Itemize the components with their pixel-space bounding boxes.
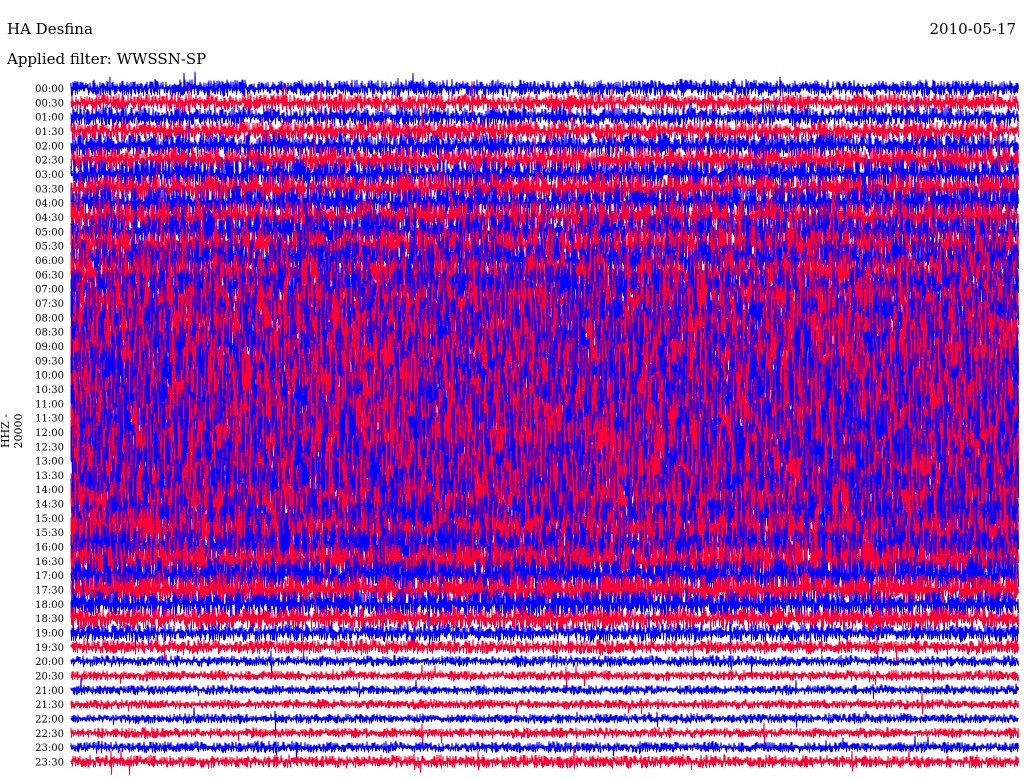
row-time-label: 23:00	[35, 743, 64, 754]
row-time-label: 11:30	[35, 414, 64, 425]
row-time-label: 15:00	[35, 514, 64, 525]
row-time-label: 06:30	[35, 270, 64, 281]
row-time-label: 13:00	[35, 457, 64, 468]
row-time-label: 23:30	[35, 758, 64, 769]
row-time-label: 09:00	[35, 342, 64, 353]
row-time-label: 16:30	[35, 557, 64, 568]
row-time-label: 19:00	[35, 629, 64, 640]
row-time-label: 20:30	[35, 672, 64, 683]
row-time-label: 16:00	[35, 543, 64, 554]
row-time-label: 13:30	[35, 471, 64, 482]
row-time-label: 09:30	[35, 356, 64, 367]
row-time-label: 04:30	[35, 213, 64, 224]
row-time-label: 08:00	[35, 313, 64, 324]
row-time-label: 02:00	[35, 141, 64, 152]
row-time-label: 03:30	[35, 184, 64, 195]
row-time-label: 21:00	[35, 686, 64, 697]
row-time-label: 11:00	[35, 399, 64, 410]
trace-row-2200	[70, 707, 1019, 731]
row-time-label: 12:00	[35, 428, 64, 439]
row-time-label: 01:30	[35, 127, 64, 138]
row-time-label: 18:30	[35, 614, 64, 625]
trace-row-0000	[70, 71, 1019, 100]
trace-row-2100	[70, 678, 1019, 699]
row-time-label: 17:30	[35, 586, 64, 597]
row-time-label: 07:30	[35, 299, 64, 310]
row-time-label: 22:00	[35, 715, 64, 726]
row-time-label: 14:30	[35, 500, 64, 511]
trace-row-2000	[70, 650, 1019, 674]
row-time-label: 05:00	[35, 227, 64, 238]
row-time-label: 12:30	[35, 442, 64, 453]
row-time-label: 05:30	[35, 242, 64, 253]
row-time-label: 04:00	[35, 199, 64, 210]
trace-row-2030	[70, 664, 1019, 687]
helicorder-plot: 00:00 00:30 01:00 01:30 02:00 02:30 03:00 03:30…	[35, 71, 1019, 775]
row-time-label: 18:00	[35, 600, 64, 611]
row-time-label: 00:00	[35, 84, 64, 95]
trace-row-2230	[70, 722, 1019, 745]
row-time-label: 00:30	[35, 98, 64, 109]
row-time-label: 15:30	[35, 528, 64, 539]
row-time-label: 01:00	[35, 113, 64, 124]
row-time-label: 14:00	[35, 485, 64, 496]
row-time-label: 03:00	[35, 170, 64, 181]
row-time-label: 07:00	[35, 285, 64, 296]
row-time-label: 10:00	[35, 371, 64, 382]
row-time-label: 20:00	[35, 657, 64, 668]
row-time-label: 19:30	[35, 643, 64, 654]
row-time-label: 06:00	[35, 256, 64, 267]
row-time-label: 10:30	[35, 385, 64, 396]
row-time-label: 22:30	[35, 729, 64, 740]
row-time-label: 02:30	[35, 156, 64, 167]
row-time-label: 21:30	[35, 700, 64, 711]
trace-row-2130	[70, 692, 1019, 715]
row-time-label: 08:30	[35, 328, 64, 339]
row-time-label: 17:00	[35, 571, 64, 582]
